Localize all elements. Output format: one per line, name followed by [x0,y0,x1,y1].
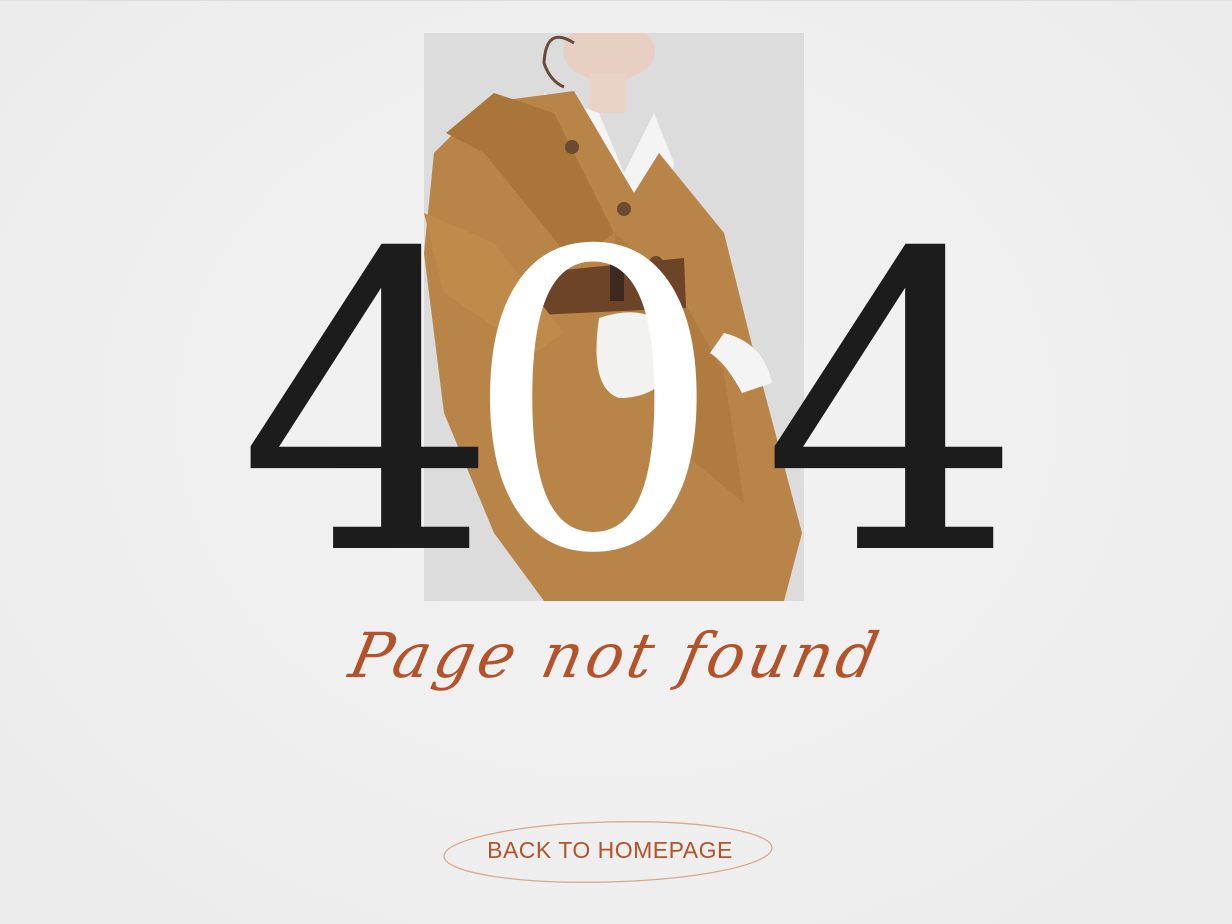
back-to-homepage-button[interactable]: BACK TO HOMEPAGE [440,819,780,885]
page-not-found-subtitle: Page not found [343,619,889,692]
error-digit-right: 4 [762,167,1023,645]
error-digit-middle: 0 [463,165,724,643]
back-to-homepage-label: BACK TO HOMEPAGE [487,837,733,863]
error-digit-left: 4 [238,167,499,645]
error-page: 4 0 4 Page not found BACK TO HOMEPAGE [0,0,1232,924]
